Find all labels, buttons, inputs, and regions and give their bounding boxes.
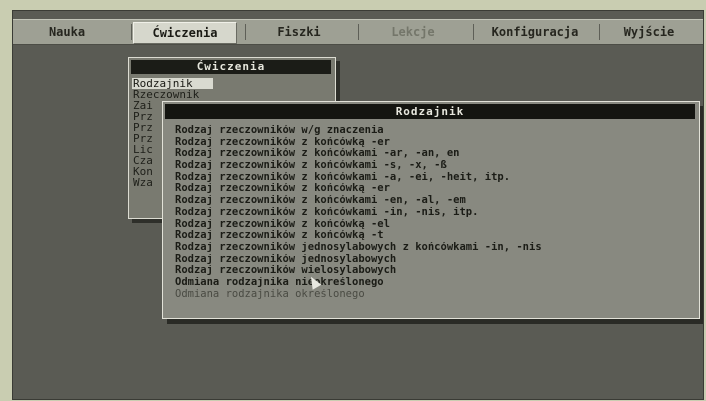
menu-separator — [131, 24, 132, 40]
submenu-item[interactable]: Rodzaj rzeczowników z końcówkami -a, -ei… — [175, 172, 695, 184]
menu-wyjscie[interactable]: Wyjście — [603, 22, 695, 42]
submenu-item[interactable]: Rodzaj rzeczowników z końcówkami -in, -n… — [175, 207, 695, 219]
dos-screen: Nauka Ćwiczenia Fiszki Lekcje Konfigurac… — [12, 10, 704, 400]
submenu-item[interactable]: Rodzaj rzeczowników jednosylabowych — [175, 254, 695, 266]
top-menubar: Nauka Ćwiczenia Fiszki Lekcje Konfigurac… — [13, 19, 703, 45]
submenu-item[interactable]: Odmiana rodzajnika nieokreślonego — [175, 277, 695, 289]
menu-separator — [358, 24, 359, 40]
menu-fiszki[interactable]: Fiszki — [249, 22, 349, 42]
screen-bezel: Nauka Ćwiczenia Fiszki Lekcje Konfigurac… — [0, 0, 706, 401]
submenu-item[interactable]: Rodzaj rzeczowników wielosylabowych — [175, 265, 695, 277]
rodzajnik-submenu: Rodzajnik Rodzaj rzeczowników w/g znacze… — [162, 101, 700, 319]
rodzajnik-submenu-title: Rodzajnik — [165, 104, 695, 119]
menu-cwiczenia[interactable]: Ćwiczenia — [133, 22, 237, 44]
submenu-item[interactable]: Rodzaj rzeczowników z końcówką -er — [175, 137, 695, 149]
cwiczenia-dropdown-title: Ćwiczenia — [131, 60, 331, 74]
menu-konfiguracja[interactable]: Konfiguracja — [477, 22, 593, 42]
menu-separator — [599, 24, 600, 40]
submenu-item[interactable]: Rodzaj rzeczowników z końcówką -er — [175, 183, 695, 195]
submenu-item[interactable]: Rodzaj rzeczowników jednosylabowych z ko… — [175, 242, 695, 254]
submenu-item[interactable]: Rodzaj rzeczowników z końcówką -el — [175, 219, 695, 231]
submenu-item[interactable]: Odmiana rodzajnika określonego — [175, 289, 695, 301]
menu-nauka[interactable]: Nauka — [21, 22, 113, 42]
submenu-item[interactable]: Rodzaj rzeczowników z końcówkami -en, -a… — [175, 195, 695, 207]
submenu-item[interactable]: Rodzaj rzeczowników z końcówką -t — [175, 230, 695, 242]
menu-lekcje[interactable]: Lekcje — [363, 22, 463, 42]
menu-separator — [473, 24, 474, 40]
submenu-item[interactable]: Rodzaj rzeczowników z końcówkami -ar, -a… — [175, 148, 695, 160]
submenu-item[interactable]: Rodzaj rzeczowników z końcówkami -s, -x,… — [175, 160, 695, 172]
menu-separator — [245, 24, 246, 40]
dropdown-item-rodzajnik[interactable]: Rodzajnik — [132, 78, 213, 89]
rodzajnik-submenu-list: Rodzaj rzeczowników w/g znaczenia Rodzaj… — [175, 125, 695, 300]
dropdown-item[interactable]: Rzeczownik — [132, 89, 330, 100]
submenu-item[interactable]: Rodzaj rzeczowników w/g znaczenia — [175, 125, 695, 137]
